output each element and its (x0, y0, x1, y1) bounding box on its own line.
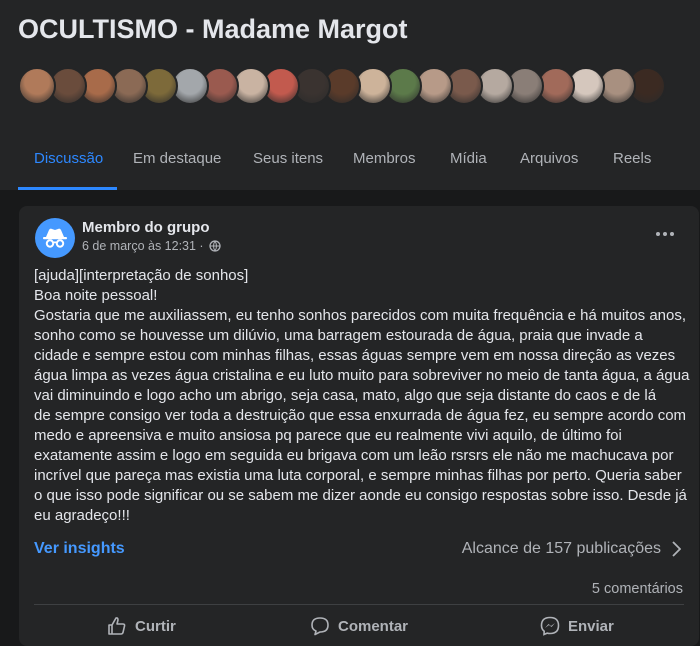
send-label: Enviar (568, 617, 614, 635)
tab-discussao[interactable]: Discussão (34, 150, 103, 167)
post-body-line: de sempre consigo ver toda a destruição … (34, 407, 687, 424)
view-insights-link[interactable]: Ver insights (34, 540, 125, 558)
post-body-line: cidade e sempre estou com minhas filhas,… (34, 347, 676, 364)
post-author[interactable]: Membro do grupo (82, 219, 210, 236)
like-button[interactable]: Curtir (107, 614, 176, 638)
send-button[interactable]: Enviar (540, 614, 614, 638)
member-avatar[interactable] (18, 67, 56, 105)
post-reach[interactable]: Alcance de 157 publicações (462, 540, 681, 558)
post-body-line: o que isso pode significar ou se sabem m… (34, 487, 687, 504)
post-meta: 6 de março às 12:31 · (82, 239, 221, 255)
post-body-line: eu agradeço!!! (34, 507, 130, 524)
post-body-line: vai diminuindo e logo acho um abrigo, se… (34, 387, 657, 404)
post-body-line: Boa noite pessoal! (34, 287, 158, 304)
globe-icon (209, 240, 221, 255)
post-body-line: incrível que pareça mas existia uma luta… (34, 467, 682, 484)
post-body-line: Gostaria que me auxiliassem, eu tenho so… (34, 307, 687, 324)
post-date[interactable]: 6 de março às 12:31 · (82, 239, 204, 253)
tab-membros[interactable]: Membros (353, 150, 416, 167)
comment-bubble-icon (311, 617, 329, 636)
post-body-line: [ajuda][interpretação de sonhos] (34, 267, 249, 284)
post-body-line: medo e apreensiva e muito ansiosa pq par… (34, 427, 622, 444)
thumbs-up-icon (108, 617, 126, 635)
post-body-line: água limpa as vezes água cristalina e eu… (34, 367, 690, 384)
comment-label: Comentar (338, 617, 409, 635)
post-body-line: exatamente assim e logo em seguida eu br… (34, 447, 674, 464)
more-options-button[interactable] (649, 222, 681, 246)
tab-midia[interactable]: Mídia (450, 150, 487, 167)
messenger-icon (540, 616, 560, 636)
reach-label: Alcance de 157 publicações (461, 540, 661, 557)
tab-seus-itens[interactable]: Seus itens (253, 150, 323, 167)
tab-em-destaque[interactable]: Em destaque (133, 150, 221, 167)
post-body: [ajuda][interpretação de sonhos] Boa noit… (34, 266, 690, 526)
like-label: Curtir (135, 617, 176, 635)
post-body-line: sonho como se houvesse um dilúvio, uma b… (34, 327, 643, 344)
group-title: OCULTISMO - Madame Margot (18, 14, 408, 44)
post-card: Membro do grupo 6 de março às 12:31 · [a… (19, 206, 699, 646)
ellipsis-icon (656, 232, 674, 236)
chevron-right-icon (672, 541, 681, 557)
tab-arquivos[interactable]: Arquivos (520, 150, 578, 167)
comment-button[interactable]: Comentar (310, 614, 408, 638)
comments-count[interactable]: 5 comentários (592, 581, 683, 597)
actions-divider (34, 604, 684, 605)
group-header: OCULTISMO - Madame Margot Discussão Em d… (0, 0, 700, 190)
tab-reels[interactable]: Reels (613, 150, 651, 167)
active-tab-indicator (18, 187, 117, 190)
incognito-icon (43, 228, 67, 248)
anonymous-member-avatar[interactable] (35, 218, 75, 258)
